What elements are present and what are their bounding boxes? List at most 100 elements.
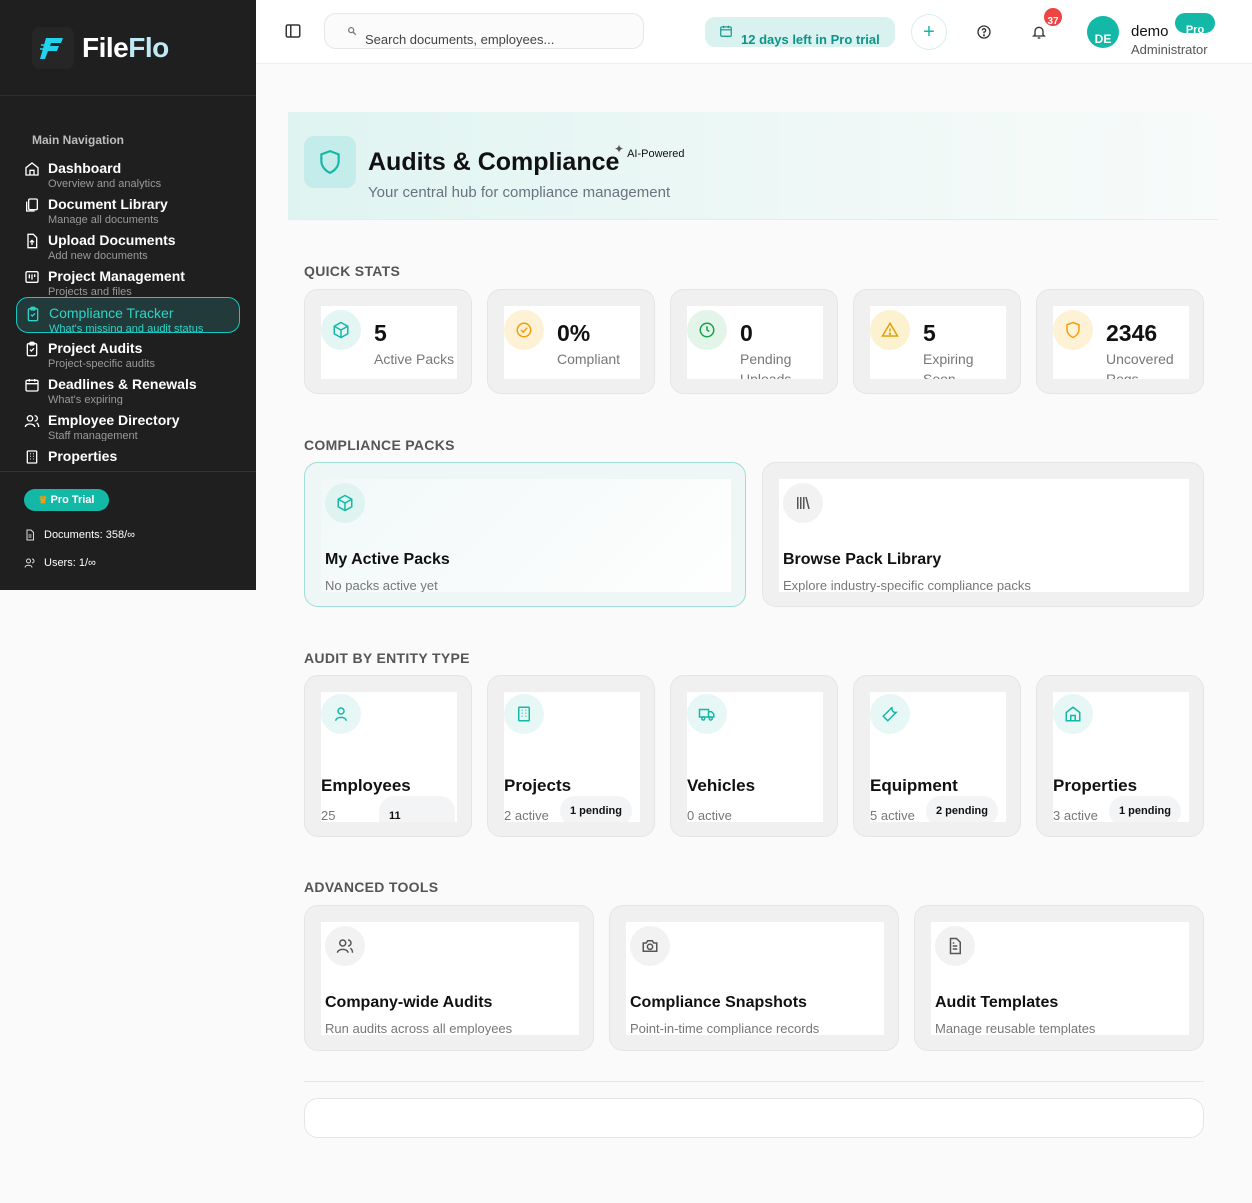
clock-icon bbox=[687, 310, 727, 350]
search-input[interactable] bbox=[365, 32, 625, 47]
stat-card-compliant[interactable]: 0% Compliant bbox=[487, 289, 655, 394]
sidebar-item-sub: Manage all documents bbox=[48, 214, 159, 225]
tool-title: Compliance Snapshots bbox=[630, 994, 807, 1011]
wrench-icon bbox=[870, 694, 910, 734]
top-header: 12 days left in Pro trial + 37 DE demo A… bbox=[256, 0, 1252, 64]
tool-subtitle: Run audits across all employees bbox=[325, 1021, 513, 1035]
sidebar-item-compliance-tracker[interactable]: Compliance Tracker What's missing and au… bbox=[16, 297, 240, 333]
sidebar-item-sub: What's expiring bbox=[48, 394, 123, 405]
entity-card-properties[interactable]: Properties 3 active 1 pending bbox=[1036, 675, 1204, 837]
sidebar-divider bbox=[0, 471, 256, 472]
ai-powered-badge: ✦ AI-Powered bbox=[614, 142, 685, 160]
section-title-advanced-tools: ADVANCED TOOLS bbox=[304, 879, 439, 895]
tool-card-audit-templates[interactable]: Audit Templates Manage reusable template… bbox=[914, 905, 1204, 1051]
clipboard-icon bbox=[26, 341, 38, 357]
truck-icon bbox=[687, 694, 727, 734]
shield-icon bbox=[304, 136, 356, 188]
section-title-quick-stats: QUICK STATS bbox=[304, 263, 401, 279]
stat-card-active-packs[interactable]: 5 Active Packs bbox=[304, 289, 472, 394]
sidebar-item-label: Deadlines & Renewals bbox=[48, 376, 197, 392]
trial-remaining-pill[interactable]: 12 days left in Pro trial bbox=[705, 17, 895, 47]
file-text-icon bbox=[935, 926, 975, 966]
main-navigation: Dashboard Overview and analytics Documen… bbox=[16, 153, 240, 477]
entity-title: Projects bbox=[504, 776, 572, 795]
notification-badge: 37 bbox=[1044, 8, 1062, 26]
add-button[interactable]: + bbox=[911, 14, 947, 50]
entity-pending-badge: 2 pending bbox=[926, 796, 998, 822]
entity-title: Employees bbox=[321, 776, 411, 795]
users-icon bbox=[24, 558, 35, 568]
entity-active-count: 25 active bbox=[321, 808, 336, 822]
stat-card-pending-uploads[interactable]: 0 Pending Uploads bbox=[670, 289, 838, 394]
plan-pill: Pro bbox=[1175, 13, 1215, 33]
entity-card-equipment[interactable]: Equipment 5 active 2 pending bbox=[853, 675, 1021, 837]
building-icon bbox=[504, 694, 544, 734]
package-icon bbox=[325, 483, 365, 523]
documents-usage: Documents: 358/∞ bbox=[24, 529, 135, 541]
search-icon bbox=[348, 27, 357, 36]
sidebar-item-upload-documents[interactable]: Upload Documents Add new documents bbox=[16, 225, 240, 261]
sidebar-item-label: Document Library bbox=[48, 196, 168, 212]
sidebar-item-sub: Staff management bbox=[48, 430, 138, 441]
stat-value: 0 bbox=[740, 320, 753, 346]
stat-label: Expiring Soon bbox=[923, 351, 974, 379]
brand[interactable]: FileFlo bbox=[0, 0, 256, 96]
stat-card-expiring-soon[interactable]: 5 Expiring Soon bbox=[853, 289, 1021, 394]
plan-badge[interactable]: ♛ Pro Trial bbox=[24, 489, 109, 511]
sidebar-item-employee-directory[interactable]: Employee Directory Staff management bbox=[16, 405, 240, 441]
pack-title: Browse Pack Library bbox=[783, 551, 942, 568]
sidebar-item-sub: Add new documents bbox=[48, 250, 148, 261]
entity-card-employees[interactable]: Employees 25 active 11 pending bbox=[304, 675, 472, 837]
entity-active-count: 5 active bbox=[870, 808, 915, 822]
section-title-audit-by-entity: AUDIT BY ENTITY TYPE bbox=[304, 650, 470, 666]
entity-pending-badge: 1 pending bbox=[1109, 796, 1181, 822]
sidebar-item-label: Project Audits bbox=[48, 340, 143, 356]
my-active-packs-card[interactable]: My Active Packs No packs active yet bbox=[304, 462, 746, 607]
entity-card-projects[interactable]: Projects 2 active 1 pending bbox=[487, 675, 655, 837]
entity-card-vehicles[interactable]: Vehicles 0 active bbox=[670, 675, 838, 837]
sidebar-item-project-management[interactable]: Project Management Projects and files bbox=[16, 261, 240, 297]
pack-subtitle: No packs active yet bbox=[325, 578, 438, 592]
tool-card-compliance-snapshots[interactable]: Compliance Snapshots Point-in-time compl… bbox=[609, 905, 899, 1051]
entity-active-count: 3 active bbox=[1053, 808, 1098, 822]
nav-caption: Main Navigation bbox=[32, 133, 125, 147]
sidebar-item-label: Properties bbox=[48, 448, 118, 464]
entity-title: Equipment bbox=[870, 776, 958, 795]
sidebar-item-sub: Projects and files bbox=[48, 286, 132, 297]
browse-pack-library-card[interactable]: Browse Pack Library Explore industry-spe… bbox=[762, 462, 1204, 607]
sidebar-item-project-audits[interactable]: Project Audits Project-specific audits bbox=[16, 333, 240, 369]
tool-card-company-wide-audits[interactable]: Company-wide Audits Run audits across al… bbox=[304, 905, 594, 1051]
sidebar-item-sub: What's missing and audit status bbox=[49, 323, 204, 333]
sidebar-item-dashboard[interactable]: Dashboard Overview and analytics bbox=[16, 153, 240, 189]
user-name[interactable]: demo bbox=[1131, 23, 1169, 40]
camera-icon bbox=[630, 926, 670, 966]
help-circle-icon bbox=[977, 25, 991, 39]
sidebar-item-label: Dashboard bbox=[48, 160, 122, 176]
alert-triangle-icon bbox=[870, 310, 910, 350]
sidebar-toggle-icon[interactable] bbox=[284, 22, 302, 40]
entity-active-count: 0 active bbox=[687, 808, 732, 822]
sidebar-item-label: Employee Directory bbox=[48, 412, 180, 428]
entity-title: Vehicles bbox=[687, 776, 756, 795]
sidebar-item-sub: Project-specific audits bbox=[48, 358, 155, 369]
stat-label: Active Packs bbox=[374, 351, 455, 367]
files-icon bbox=[26, 198, 38, 212]
stat-label: Pending Uploads bbox=[740, 351, 792, 379]
package-icon bbox=[321, 310, 361, 350]
footer-panel bbox=[304, 1098, 1204, 1138]
help-button[interactable] bbox=[966, 14, 1002, 50]
stat-card-uncovered-regs[interactable]: 2346 Uncovered Regs bbox=[1036, 289, 1204, 394]
avatar[interactable]: DE bbox=[1087, 16, 1119, 48]
stat-value: 5 bbox=[923, 320, 936, 346]
page-hero: Audits & Compliance ✦ AI-Powered Your ce… bbox=[288, 112, 1218, 220]
sidebar-item-label: Compliance Tracker bbox=[49, 305, 174, 321]
entity-active-count: 2 active bbox=[504, 808, 549, 822]
sidebar-item-document-library[interactable]: Document Library Manage all documents bbox=[16, 189, 240, 225]
stat-value: 2346 bbox=[1106, 320, 1158, 346]
search-bar bbox=[324, 13, 644, 49]
entity-pending-badge: 11 pending bbox=[379, 796, 455, 822]
user-role: Administrator bbox=[1131, 42, 1208, 57]
sidebar-item-deadlines-renewals[interactable]: Deadlines & Renewals What's expiring bbox=[16, 369, 240, 405]
users-icon bbox=[325, 926, 365, 966]
stat-value: 5 bbox=[374, 320, 387, 346]
